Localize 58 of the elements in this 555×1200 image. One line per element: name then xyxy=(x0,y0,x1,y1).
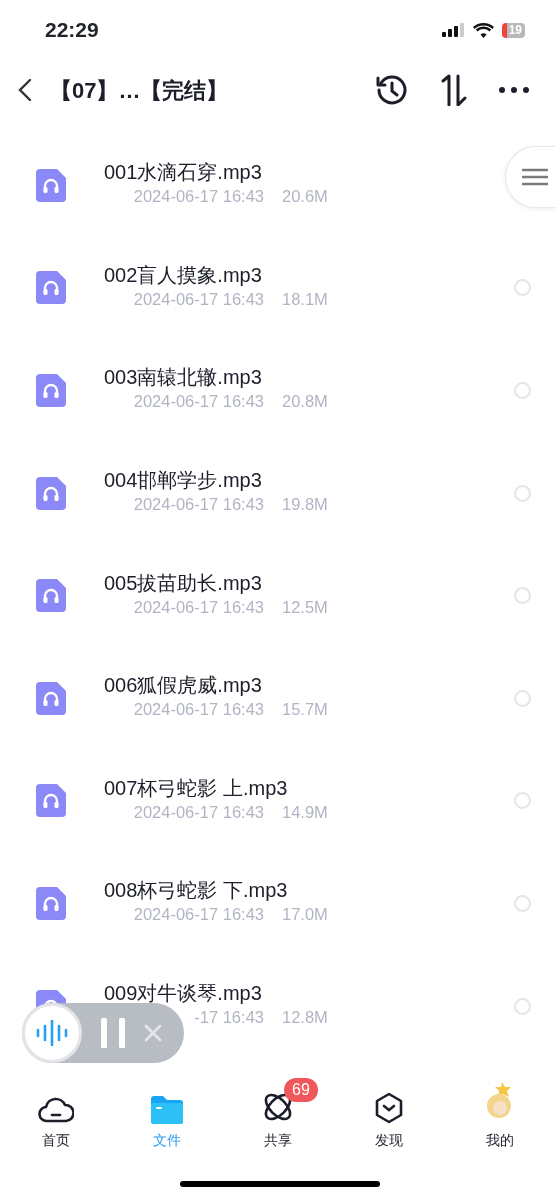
menu-icon xyxy=(522,168,548,186)
file-size: 12.5M xyxy=(282,597,328,616)
audio-file-icon xyxy=(36,681,66,715)
select-checkbox[interactable] xyxy=(514,689,531,707)
file-size: 20.6M xyxy=(282,187,328,206)
select-checkbox[interactable] xyxy=(514,997,531,1015)
file-date: 2024-06-17 16:43 xyxy=(133,289,264,308)
tab-button[interactable]: 首页 xyxy=(0,1082,111,1151)
more-icon xyxy=(499,87,529,93)
file-date: 2024-06-17 16:43 xyxy=(133,597,264,616)
audio-file-icon xyxy=(36,476,66,510)
file-name[interactable]: 001水滴石穿.mp3 xyxy=(104,161,262,184)
status-time: 22:29 xyxy=(45,17,99,44)
cube-icon xyxy=(373,1092,404,1124)
audio-file-icon xyxy=(36,168,66,202)
select-checkbox[interactable] xyxy=(514,792,531,810)
file-name[interactable]: 006狐假虎威.mp3 xyxy=(104,674,262,697)
waveform-icon[interactable] xyxy=(22,1003,82,1063)
audio-file-icon xyxy=(36,271,66,305)
count-badge: 69 xyxy=(284,1078,318,1102)
file-date: 2024-06-17 16:43 xyxy=(133,802,264,821)
file-date: 2024-06-17 16:43 xyxy=(133,700,264,719)
file-date: 2024-06-17 16:43 xyxy=(133,392,264,411)
file-name[interactable]: 005拔苗助长.mp3 xyxy=(104,571,262,594)
file-size: 19.8M xyxy=(282,495,328,514)
file-date: 2024-06-17 16:43 xyxy=(133,495,264,514)
folder-title: 【07】…【完结】 xyxy=(50,76,230,105)
wifi-icon xyxy=(472,22,494,38)
folder-icon xyxy=(150,1096,183,1124)
file-name[interactable]: 003南辕北辙.mp3 xyxy=(104,366,262,389)
file-size: 18.1M xyxy=(282,289,328,308)
audio-file-icon xyxy=(36,886,66,920)
file-name[interactable]: 008杯弓蛇影 下.mp3 xyxy=(104,879,288,902)
file-date: -17 16:43 xyxy=(194,1008,264,1027)
select-checkbox[interactable] xyxy=(514,587,531,605)
audio-file-icon xyxy=(36,374,66,407)
file-size: 20.8M xyxy=(282,392,328,411)
file-name[interactable]: 002盲人摸象.mp3 xyxy=(104,263,262,286)
signal-icon xyxy=(441,23,465,37)
select-checkbox[interactable] xyxy=(514,484,531,502)
audio-file-icon xyxy=(36,579,66,613)
file-name[interactable]: 004邯郸学步.mp3 xyxy=(104,469,262,492)
select-checkbox[interactable] xyxy=(514,279,531,297)
side-menu-button[interactable] xyxy=(505,146,555,208)
file-name[interactable]: 009对牛谈琴.mp3 xyxy=(104,982,262,1005)
file-size: 15.7M xyxy=(282,700,328,719)
battery-icon: 19 xyxy=(501,22,525,38)
file-date: 2024-06-17 16:43 xyxy=(133,187,264,206)
file-size: 12.8M xyxy=(282,1008,328,1027)
select-checkbox[interactable] xyxy=(514,382,531,399)
file-date: 2024-06-17 16:43 xyxy=(133,905,264,924)
file-name[interactable]: 007杯弓蛇影 上.mp3 xyxy=(104,776,288,799)
file-size: 17.0M xyxy=(282,905,328,924)
select-checkbox[interactable] xyxy=(514,894,531,912)
tab-button[interactable]: 我的 xyxy=(444,1082,555,1151)
file-size: 14.9M xyxy=(282,802,328,821)
tab-button[interactable]: 发现 xyxy=(333,1082,444,1151)
audio-file-icon xyxy=(36,784,66,818)
